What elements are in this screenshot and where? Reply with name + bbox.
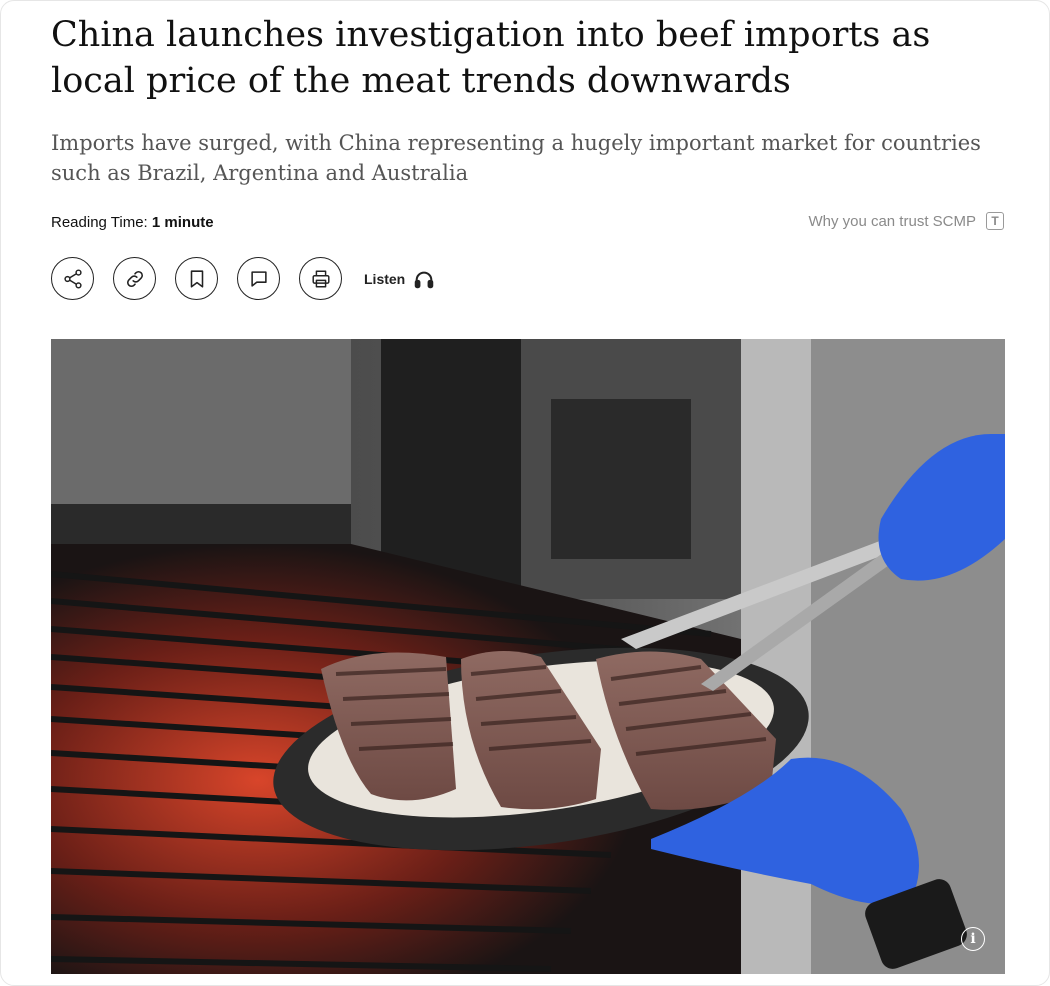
listen-button[interactable]: Listen: [364, 268, 435, 290]
article-photo: i: [51, 339, 1005, 974]
trust-link[interactable]: Why you can trust SCMP T: [808, 212, 1004, 230]
comment-button[interactable]: [237, 257, 280, 300]
reading-time-value: 1 minute: [151, 214, 214, 231]
print-icon: [311, 269, 330, 288]
headphones-icon: [414, 271, 434, 288]
reading-time-label: Reading Time:: [51, 214, 148, 231]
link-icon: [126, 270, 143, 287]
article-toolbar: Listen: [51, 257, 435, 300]
share-button[interactable]: [51, 257, 94, 300]
comment-icon: [250, 270, 267, 287]
bookmark-button[interactable]: [175, 257, 218, 300]
steak-grill-illustration: [51, 339, 1005, 974]
print-button[interactable]: [299, 257, 342, 300]
bookmark-icon: [190, 269, 203, 288]
article-headline: China launches investigation into beef i…: [51, 15, 931, 101]
copy-link-button[interactable]: [113, 257, 156, 300]
reading-time: Reading Time: 1 minute: [51, 214, 214, 231]
trust-icon: T: [986, 212, 1004, 230]
image-info-button[interactable]: i: [961, 927, 985, 951]
trust-text: Why you can trust SCMP: [808, 212, 976, 230]
article-subheadline: Imports have surged, with China represen…: [51, 131, 981, 185]
listen-label: Listen: [364, 270, 406, 287]
share-icon: [63, 268, 82, 289]
